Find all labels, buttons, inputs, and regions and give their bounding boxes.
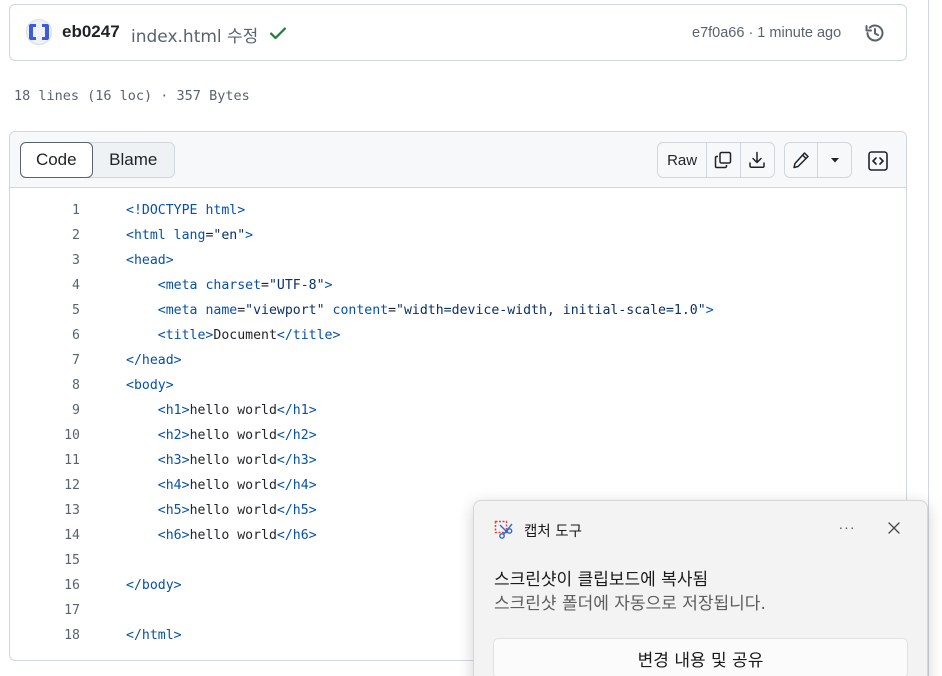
code-line[interactable]: 4 <meta charset="UTF-8"> <box>10 273 906 298</box>
file-actions-group: Raw <box>657 142 775 178</box>
code-line[interactable]: 8 <body> <box>10 373 906 398</box>
line-content: </head> <box>126 353 182 368</box>
line-number[interactable]: 15 <box>10 548 80 573</box>
line-number[interactable]: 17 <box>10 598 80 623</box>
check-icon[interactable] <box>268 23 288 43</box>
line-content: <h2>hello world</h2> <box>157 428 317 443</box>
line-number[interactable]: 16 <box>10 573 80 598</box>
code-line[interactable]: 3 <head> <box>10 248 906 273</box>
line-content: <meta charset="UTF-8"> <box>157 278 333 293</box>
line-number[interactable]: 5 <box>10 298 80 323</box>
line-number[interactable]: 11 <box>10 448 80 473</box>
more-options-icon[interactable]: ··· <box>836 517 858 539</box>
line-number[interactable]: 1 <box>10 198 80 223</box>
code-line[interactable]: 6 <title>Document</title> <box>10 323 906 348</box>
download-icon <box>749 151 766 168</box>
code-line[interactable]: 12 <h4>hello world</h4> <box>10 473 906 498</box>
line-content: <body> <box>126 378 174 393</box>
line-number[interactable]: 4 <box>10 273 80 298</box>
line-content: </body> <box>126 578 182 593</box>
code-line[interactable]: 7 </head> <box>10 348 906 373</box>
snipping-tool-notification[interactable]: 캡처 도구 ··· 스크린샷이 클립보드에 복사됨 스크린샷 폴더에 자동으로 … <box>473 500 928 676</box>
line-content: <!DOCTYPE html> <box>126 203 246 218</box>
close-icon[interactable] <box>886 520 902 536</box>
line-content: <html lang="en"> <box>126 228 254 243</box>
edit-dropdown-button[interactable] <box>818 143 851 177</box>
latest-commit-bar: eb0247 index.html 수정 e7f0a66 · 1 minute … <box>9 4 907 61</box>
code-line[interactable]: 10 <h2>hello world</h2> <box>10 423 906 448</box>
copy-icon <box>715 151 732 169</box>
pencil-icon <box>793 152 809 169</box>
line-number[interactable]: 18 <box>10 623 80 648</box>
file-info: 18 lines (16 loc) · 357 Bytes <box>14 88 250 104</box>
line-content: <meta name="viewport" content="width=dev… <box>157 303 714 318</box>
line-content: <head> <box>126 253 174 268</box>
commit-author[interactable]: eb0247 <box>62 22 120 42</box>
edit-file-button[interactable] <box>785 143 819 177</box>
line-number[interactable]: 10 <box>10 423 80 448</box>
line-content: <h6>hello world</h6> <box>157 528 317 543</box>
code-line[interactable]: 1 <!DOCTYPE html> <box>10 198 906 223</box>
line-content: <h1>hello world</h1> <box>157 403 317 418</box>
line-content: <h3>hello world</h3> <box>157 453 317 468</box>
line-number[interactable]: 12 <box>10 473 80 498</box>
code-line[interactable]: 5 <meta name="viewport" content="width=d… <box>10 298 906 323</box>
line-content: <h5>hello world</h5> <box>157 503 317 518</box>
download-button[interactable] <box>741 143 774 177</box>
toast-app-name: 캡처 도구 <box>524 524 582 540</box>
code-line[interactable]: 2 <html lang="en"> <box>10 223 906 248</box>
line-content: <title>Document</title> <box>157 328 341 343</box>
line-number[interactable]: 13 <box>10 498 80 523</box>
line-number[interactable]: 3 <box>10 248 80 273</box>
toast-body: 스크린샷 폴더에 자동으로 저장됩니다. <box>494 594 766 614</box>
line-number[interactable]: 9 <box>10 398 80 423</box>
line-number[interactable]: 14 <box>10 523 80 548</box>
file-header: Code Blame Raw <box>10 132 906 188</box>
avatar-identicon-icon <box>29 24 49 40</box>
line-number[interactable]: 2 <box>10 223 80 248</box>
copy-raw-button[interactable] <box>707 143 741 177</box>
snipping-tool-icon <box>494 520 513 539</box>
tab-code[interactable]: Code <box>20 142 93 178</box>
line-content: <h4>hello world</h4> <box>157 478 317 493</box>
avatar[interactable] <box>26 19 52 45</box>
page-divider <box>928 0 929 676</box>
code-line[interactable]: 9 <h1>hello world</h1> <box>10 398 906 423</box>
line-content: </html> <box>126 628 182 643</box>
triangle-down-icon <box>830 158 839 163</box>
line-number[interactable]: 8 <box>10 373 80 398</box>
edit-actions-group <box>784 142 852 178</box>
history-icon[interactable] <box>863 21 887 45</box>
code-square-icon[interactable] <box>866 149 890 173</box>
line-number[interactable]: 7 <box>10 348 80 373</box>
tab-blame[interactable]: Blame <box>93 143 174 177</box>
line-number[interactable]: 6 <box>10 323 80 348</box>
raw-button[interactable]: Raw <box>658 143 708 177</box>
view-mode-toggle: Code Blame <box>20 142 175 178</box>
commit-message[interactable]: index.html 수정 <box>131 22 258 47</box>
toast-title: 스크린샷이 클립보드에 복사됨 <box>494 570 709 590</box>
edit-and-share-button[interactable]: 변경 내용 및 공유 <box>493 638 908 676</box>
code-line[interactable]: 11 <h3>hello world</h3> <box>10 448 906 473</box>
commit-sha-and-time[interactable]: e7f0a66 · 1 minute ago <box>692 25 841 41</box>
